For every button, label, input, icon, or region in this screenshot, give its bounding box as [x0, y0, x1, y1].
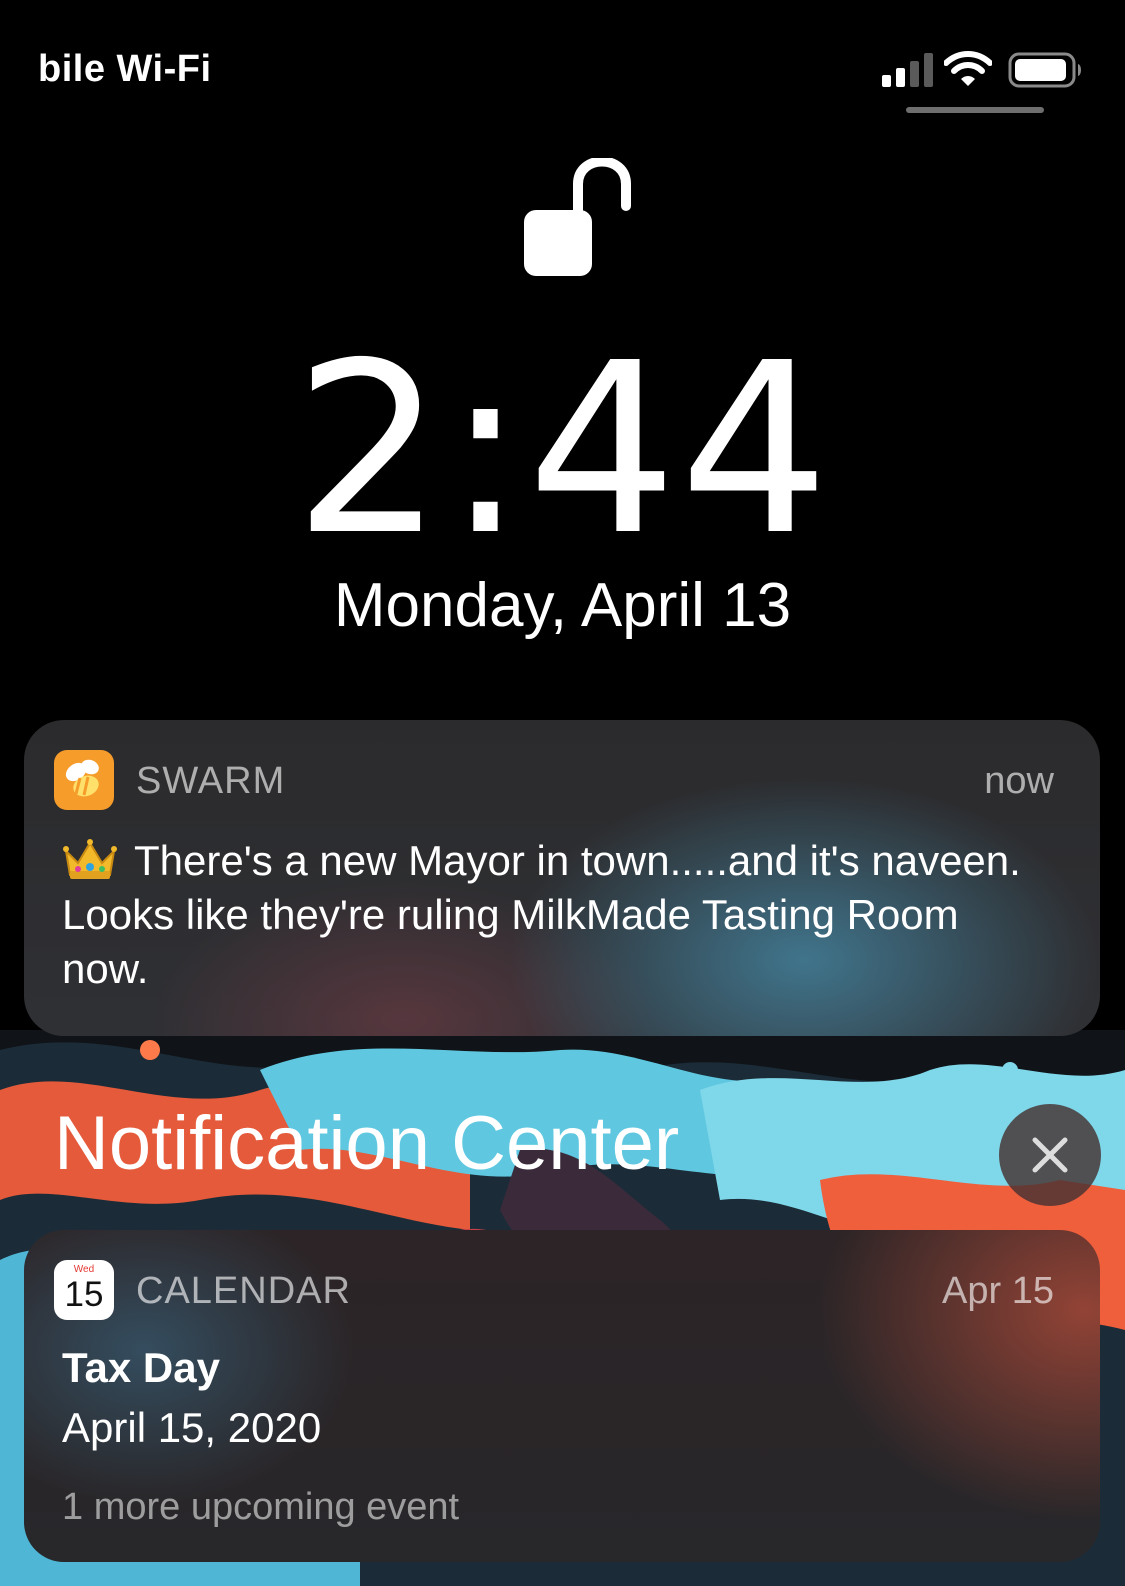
status-bar: bile Wi-Fi: [0, 0, 1125, 120]
close-icon: [1032, 1137, 1068, 1173]
calendar-app-icon: Wed 15: [54, 1260, 114, 1320]
crown-emoji: [63, 839, 117, 879]
cellular-signal-icon: [882, 53, 933, 87]
battery-icon: [1008, 52, 1081, 88]
carrier-label: bile Wi-Fi: [38, 48, 212, 90]
calendar-icon-weekday: Wed: [73, 1264, 95, 1275]
wifi-icon: [944, 51, 992, 86]
top-pull-indicator[interactable]: [906, 107, 1044, 113]
unlocked-padlock-icon: [524, 158, 631, 276]
clear-notifications-button[interactable]: [999, 1104, 1101, 1206]
calendar-icon-day: 15: [64, 1275, 104, 1314]
notification-center-title: Notification Center: [54, 1101, 680, 1186]
notification-app-name: CALENDAR: [136, 1270, 351, 1312]
lock-screen-time: 2:44: [293, 312, 832, 587]
more-events-label: 1 more upcoming event: [62, 1486, 460, 1528]
notification-time: Apr 15: [942, 1270, 1054, 1312]
event-title: Tax Day: [62, 1344, 220, 1391]
notification-message-text: There's a new Mayor in town.....and it's…: [62, 837, 1021, 992]
lock-screen-date: Monday, April 13: [333, 571, 792, 640]
swarm-notification[interactable]: SWARM now There's a new Mayor in town...…: [24, 720, 1100, 1036]
calendar-notification[interactable]: Wed 15 CALENDAR Apr 15 Tax Day April 15,…: [24, 1230, 1100, 1562]
swarm-bee-icon: [54, 750, 114, 810]
notification-app-name: SWARM: [136, 760, 286, 802]
notification-time: now: [984, 760, 1054, 802]
notification-message: There's a new Mayor in town.....and it's…: [62, 834, 1022, 996]
event-date: April 15, 2020: [62, 1404, 322, 1451]
